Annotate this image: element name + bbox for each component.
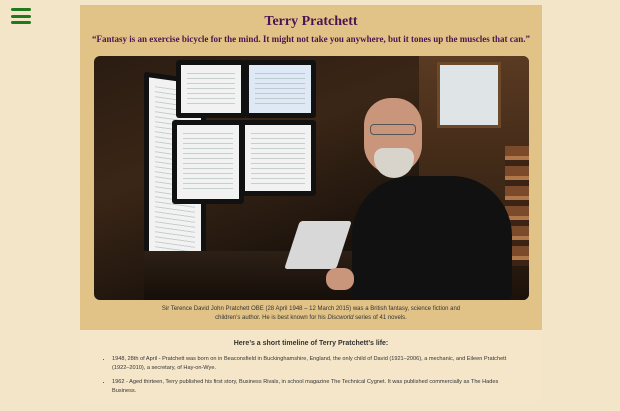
- menu-bar: [11, 8, 31, 11]
- photo-monitor: [243, 60, 316, 118]
- timeline-list: 1948, 28th of April - Pratchett was born…: [98, 355, 524, 396]
- photo-glasses: [369, 124, 416, 135]
- hamburger-menu-icon[interactable]: [11, 8, 31, 24]
- photo-screen: [248, 65, 311, 113]
- photo-monitor: [239, 120, 316, 196]
- photo-hand: [325, 268, 354, 290]
- photo-monitor: [175, 60, 246, 118]
- quote: “Fantasy is an exercise bicycle for the …: [92, 34, 530, 44]
- photo-beard: [373, 148, 414, 178]
- tribute-page: Terry Pratchett “Fantasy is an exercise …: [80, 5, 542, 402]
- photo-screen: [180, 65, 241, 113]
- timeline: Here’s a short timeline of Terry Pratche…: [80, 330, 542, 411]
- photo-screen: [244, 125, 311, 191]
- photo-screen: [176, 125, 239, 199]
- caption-text: Sir Terence David John Pratchett OBE (28…: [161, 306, 461, 321]
- timeline-item: 1948, 28th of April - Pratchett was born…: [112, 355, 524, 373]
- menu-bar: [11, 14, 31, 18]
- photo-window: [436, 62, 501, 128]
- portrait-photo: [93, 56, 529, 300]
- caption-italic: Discworld: [327, 315, 354, 321]
- timeline-item: 1962 - Aged thirteen, Terry published hi…: [112, 378, 524, 396]
- photo-caption: Sir Terence David John Pratchett OBE (28…: [152, 305, 470, 323]
- caption-tail: series of 41 novels.: [355, 315, 407, 321]
- header: Terry Pratchett “Fantasy is an exercise …: [80, 5, 542, 51]
- menu-bar: [11, 21, 31, 24]
- timeline-title: Here’s a short timeline of Terry Pratche…: [233, 340, 389, 347]
- page-title: Terry Pratchett: [264, 14, 358, 29]
- figure: Sir Terence David John Pratchett OBE (28…: [80, 51, 542, 330]
- photo-monitor: [171, 120, 244, 204]
- photo-person: [351, 176, 512, 300]
